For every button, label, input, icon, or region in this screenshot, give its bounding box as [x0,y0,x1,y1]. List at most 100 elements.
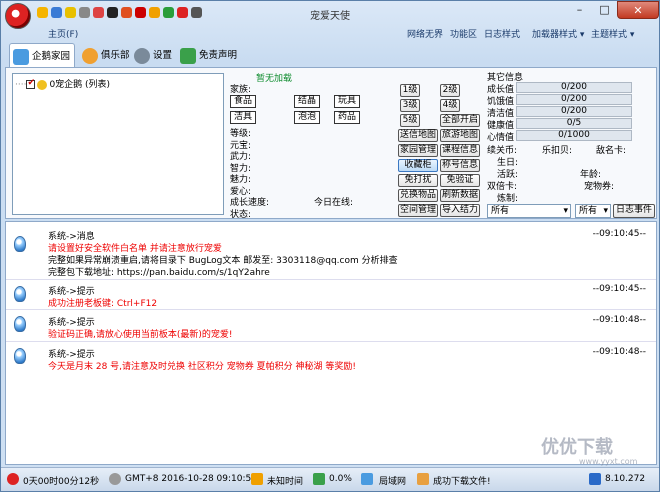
level-4-button[interactable]: 4级 [440,99,460,112]
no-verify-button[interactable]: 免验证 [440,174,480,187]
stat-hunger: 0/200 [516,94,632,105]
title-bar: 宠爱天使 – □ ✕ [1,1,659,29]
item-toy[interactable]: 玩具 [334,95,361,108]
stat-health: 0/5 [516,118,632,129]
close-button[interactable]: ✕ [617,1,659,19]
cpu-icon [313,473,325,485]
pet-coupon-label: 宠物券: [584,182,615,192]
list-item: 系统->提示 --09:10:48-- 今天是月末 28 号,请注意及时兑换 社… [6,342,656,374]
person-icon [180,48,196,64]
pet-panel: ···· 0宠企鹅 (列表) 暂无加载 家族: 食品 结晶 玩具 洁具 泡泡 药品… [5,67,657,220]
heart-icon [7,473,19,485]
list-item: 系统->消息 --09:10:45-- 请设置好安全软件白名单 并请注意放行宠爱… [6,224,656,280]
menu-home[interactable]: 主页(F) [48,27,78,40]
list-item: 系统->提示 --09:10:45-- 成功注册老板键: Ctrl+F12 [6,280,656,310]
tree-lines: ···· [15,80,27,90]
collection-button[interactable]: 收藏柜 [398,159,438,172]
filter-select-2[interactable]: 所有 [575,204,611,218]
home-icon [13,49,29,65]
watermark: 优优下载 [541,437,613,458]
open-all-button[interactable]: 全部开启 [440,114,480,127]
send-map-button[interactable]: 送信地图 [398,129,438,142]
ribbon-tabs: 企鹅家园 俱乐部 设置 免责声明 [5,43,655,69]
menu-theme-style[interactable]: 主题样式 ▾ [591,27,634,40]
app-window: 宠爱天使 – □ ✕ 主页(F) 网络无界 功能区 日志样式 加载器样式 ▾ 主… [0,0,660,492]
list-item: 系统->提示 --09:10:48-- 验证码正确,请放心使用当前板本(最新)的… [6,310,656,342]
status-bar: 0天00时00分12秒 GMT+8 2016-10-28 09:10:56 未知… [1,467,659,491]
tab-club[interactable]: 俱乐部 [79,43,135,69]
title-info-button[interactable]: 称号信息 [440,159,480,172]
stat-label-mood: 心情值 [487,133,515,143]
menu-log-style[interactable]: 日志样式 [484,27,520,40]
item-bubble[interactable]: 泡泡 [294,111,321,124]
tree-root-node[interactable]: ···· 0宠企鹅 (列表) [15,77,110,90]
lekou-label: 乐扣贝: [542,146,573,156]
item-medicine[interactable]: 药品 [334,111,361,124]
item-cleaner[interactable]: 洁具 [230,111,257,124]
status-label: 状态: [230,210,252,220]
tab-settings[interactable]: 设置 [131,43,179,69]
watermark-url: www.yyxt.com [579,457,638,466]
network-icon [361,473,373,485]
refine-label: 炼制: [497,194,519,204]
menu-function[interactable]: 功能区 [450,27,477,40]
penguin-icon [37,79,48,90]
tab-label: 企鹅家园 [32,51,71,62]
stat-mood: 0/1000 [516,130,632,141]
item-food[interactable]: 食品 [230,95,257,108]
filter-select-1[interactable]: 所有 [487,204,571,218]
refresh-data-button[interactable]: 刷新数据 [440,189,480,202]
stat-clean: 0/200 [516,106,632,117]
message-log[interactable]: 系统->消息 --09:10:45-- 请设置好安全软件白名单 并请注意放行宠爱… [5,221,657,465]
level-5-button[interactable]: 5级 [400,114,420,127]
import-power-button[interactable]: 导入结力 [440,204,480,217]
tab-label: 免责声明 [199,50,238,61]
weather-text: 未知时间 [267,477,304,487]
level-1-button[interactable]: 1级 [400,84,420,97]
space-manage-button[interactable]: 空间管理 [398,204,438,217]
maximize-button[interactable]: □ [592,1,617,19]
clock-icon [109,473,121,485]
version-text: 8.10.272 [605,474,646,484]
message-line[interactable]: 完整包下载地址: https://pan.baidu.com/s/1qY2ahr… [48,265,270,278]
weather-icon [251,473,263,485]
tab-label: 设置 [153,50,173,61]
download-icon [417,473,429,485]
level-2-button[interactable]: 2级 [440,84,460,97]
network-text: 局域网 [379,477,407,487]
item-crystal[interactable]: 结晶 [294,95,321,108]
minimize-button[interactable]: – [567,1,592,19]
level-3-button[interactable]: 3级 [400,99,420,112]
online-label: 今日在线: [314,198,354,208]
course-info-button[interactable]: 课程信息 [440,144,480,157]
message-time: --09:10:48-- [592,315,646,325]
tab-penguin-home[interactable]: 企鹅家园 [9,43,75,69]
tree-root-label: 0宠企鹅 (列表) [49,80,111,90]
window-title: 宠爱天使 [310,11,350,22]
do-not-disturb-button[interactable]: 免打扰 [398,174,438,187]
gear-icon [134,48,150,64]
menu-bar: 主页(F) 网络无界 功能区 日志样式 加载器样式 ▾ 主题样式 ▾ [1,27,659,41]
version-icon [589,473,601,485]
clock-text: GMT+8 2016-10-28 09:10:56 [125,474,257,484]
travel-map-button[interactable]: 旅游地图 [440,129,480,142]
message-time: --09:10:48-- [592,347,646,357]
message-time: --09:10:45-- [592,229,646,239]
menu-network[interactable]: 网络无界 [407,27,443,40]
tab-disclaimer[interactable]: 免责声明 [177,43,241,69]
tree-checkbox[interactable] [26,78,36,89]
stat-growth: 0/200 [516,82,632,93]
message-time: --09:10:45-- [592,284,646,294]
message-line: 今天是月末 28 号,请注意及时兑换 社区积分 宠物券 夏帕积分 神秘湖 等奖励… [48,362,356,372]
bulb-icon [14,236,26,252]
tab-label: 俱乐部 [101,50,130,61]
exchange-button[interactable]: 兑换物品 [398,189,438,202]
message-line: 验证码正确,请放心使用当前板本(最新)的宠爱! [48,330,233,340]
menu-loader-style[interactable]: 加载器样式 ▾ [532,27,584,40]
log-event-button[interactable]: 日志事件 [613,204,655,218]
home-manage-button[interactable]: 家园管理 [398,144,438,157]
bulb-icon [14,316,26,332]
uptime-text: 0天00时00分12秒 [23,477,100,487]
pet-tree[interactable]: ···· 0宠企鹅 (列表) [12,73,224,215]
message-line: 成功注册老板键: Ctrl+F12 [48,299,158,309]
